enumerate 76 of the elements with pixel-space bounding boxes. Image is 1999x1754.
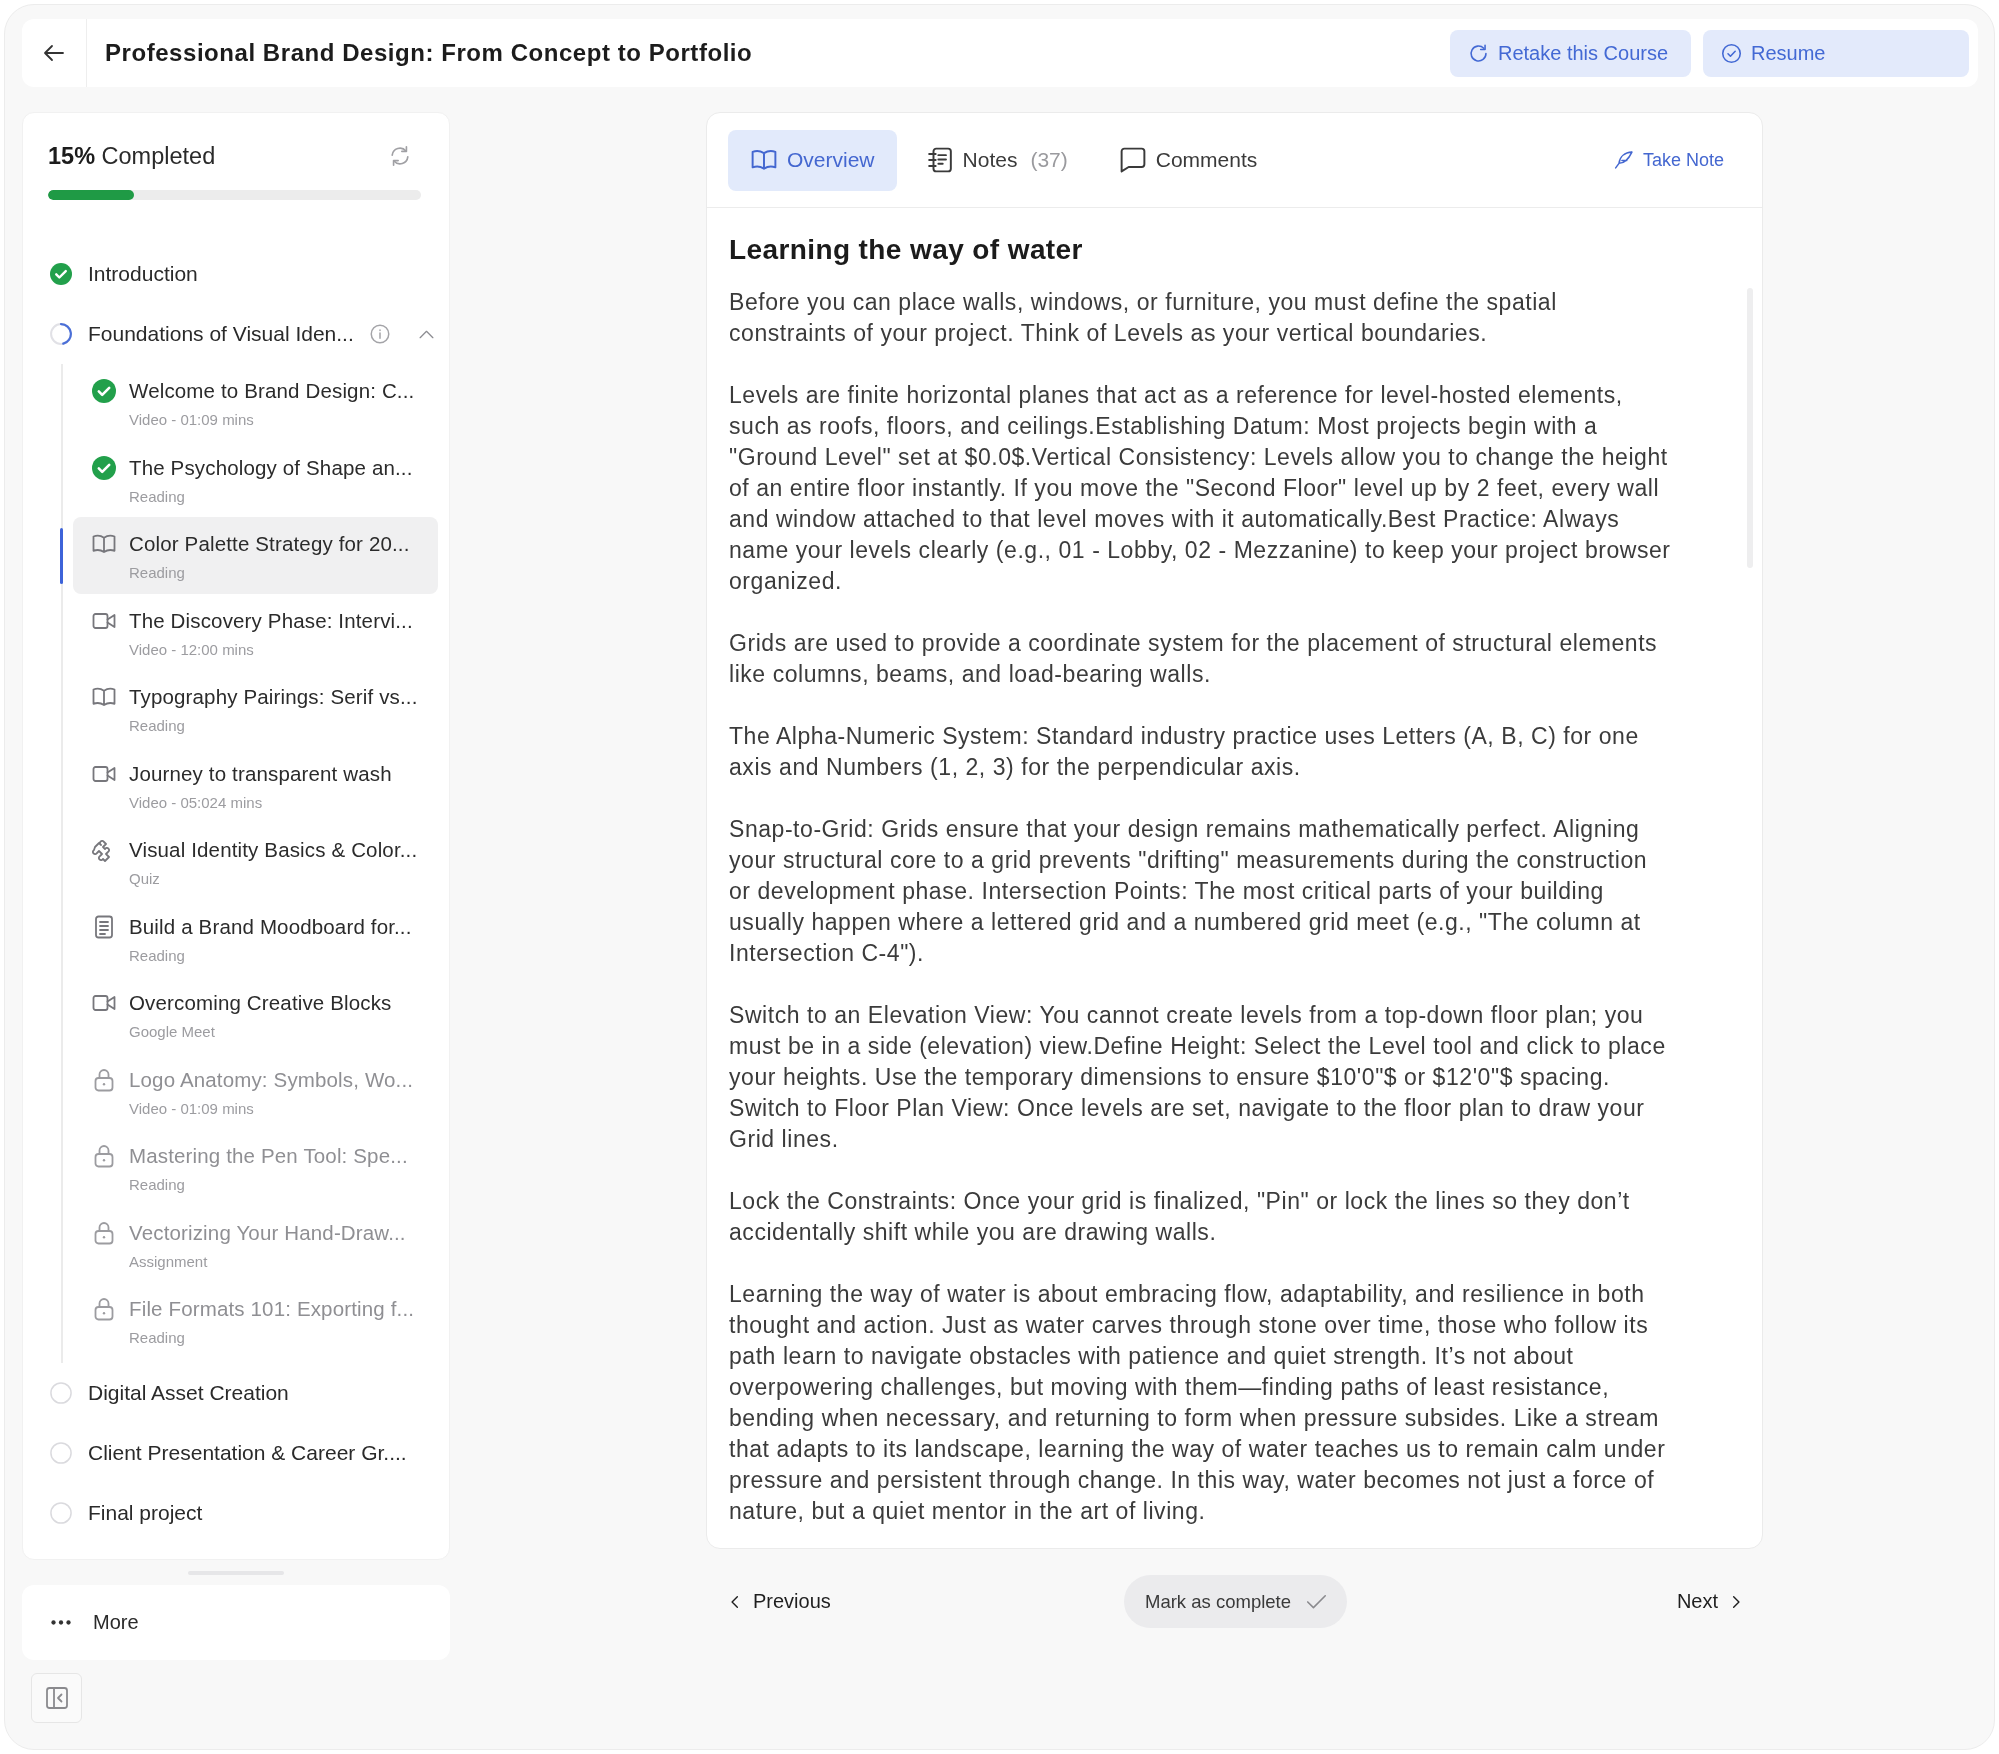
module-title: Digital Asset Creation (88, 1380, 290, 1405)
module-item[interactable]: Digital Asset Creation (23, 1362, 449, 1423)
lesson-title: Journey to transparent wash (129, 760, 392, 787)
paragraph: Switch to an Elevation View: You cannot create levels from a top-down floor plan; you must be in a side (elevation) view.Define Height: Select the Level tool and click to place your heights. Use the temporary dimensions to ensure $10'0"$ or $12'0"$ spacing. Switch to Floor Plan View: Once levels are set, navigate to the floor plan to draw your Grid lines. (729, 1001, 1667, 1154)
lesson-meta: Google Meet (129, 1022, 216, 1042)
lesson-item[interactable]: The Psychology of Shape an... Reading (73, 440, 438, 517)
lesson-title: File Formats 101: Exporting f... (129, 1296, 415, 1322)
lesson-item[interactable]: The Discovery Phase: Intervi... Video - 12:00 mins (73, 593, 438, 670)
tab[interactable]: Notes (37) (903, 129, 1090, 191)
tab[interactable]: Overview (728, 129, 897, 191)
lesson-meta: Quiz (129, 869, 161, 889)
ellipsis-icon (51, 1620, 71, 1625)
paragraph: Learning the way of water is about embracing flow, adaptability, and resilience in both thought and action. Just as water carves through stone over time, those who follow its path learn to navigate obstacles with patience and quiet strength. It’s not about overpowering challenges, but moving with them—finding paths of least resistance, bending when necessary, and returning to form when pressure subsides. Like a stream that adapts to its landscape, learning the way of water teaches us to remain calm under pressure and persistent through change. In this way, water becomes not just a force of nature, but a quiet mentor in the art of living. (729, 1280, 1667, 1526)
more-button[interactable]: More (22, 1585, 450, 1660)
module-title: Final project (88, 1500, 204, 1525)
refresh-icon (1468, 42, 1489, 64)
lesson-title: Logo Anatomy: Symbols, Wo... (129, 1066, 414, 1093)
lesson-title: The Discovery Phase: Intervi... (129, 607, 413, 634)
next-button[interactable]: Next (1676, 1581, 1743, 1622)
module-title: Client Presentation & Career Gr.... (88, 1440, 408, 1465)
take-note-link[interactable]: Take Note (1613, 149, 1724, 171)
paragraph: Grids are used to provide a coordinate system for the placement of structural elements like columns, beams, and load-bearing walls. (729, 629, 1659, 689)
refresh-icon[interactable] (389, 145, 411, 167)
progress-label: 15% Completed (48, 142, 216, 170)
lesson-meta: Video - 01:09 mins (129, 1098, 255, 1119)
lesson-meta: Video - 12:00 mins (129, 639, 255, 660)
feather-icon (1613, 150, 1634, 170)
paragraph: Snap-to-Grid: Grids ensure that your design remains mathematically perfect. Aligning your structural core to a grid prevents "drifting" measurements during the construction or development phase. Intersection Points: The most critical parts of your building usually happen where a lettered grid and a numbered grid meet (e.g., "The column at Intersection C-4"). (729, 815, 1649, 968)
selection-bar (60, 528, 63, 584)
lesson-title: Mastering the Pen Tool: Spe... (129, 1143, 408, 1169)
resume-button[interactable]: Resume (1703, 29, 1969, 77)
lesson-title: Color Palette Strategy for 20... (129, 531, 410, 557)
paragraph: The Alpha-Numeric System: Standard industry practice uses Letters (A, B, C) for one axis and Numbers (1, 2, 3) for the perpendicular axis. (729, 722, 1640, 782)
course-title: Professional Brand Design: From Concept to Portfolio (105, 39, 754, 67)
lesson-meta: Video - 01:09 mins (129, 410, 255, 430)
lesson-item[interactable]: Build a Brand Moodboard for... Reading (73, 899, 438, 976)
lesson-meta: Video - 05:024 mins (129, 792, 264, 813)
collapse-sidebar-button[interactable] (31, 1673, 82, 1723)
previous-button[interactable]: Previous (728, 1581, 831, 1622)
lesson-meta: Reading (129, 486, 186, 507)
lesson-title: Typography Pairings: Serif vs... (129, 684, 418, 710)
tab[interactable]: Comments (1096, 129, 1280, 191)
module-title: Introduction (88, 262, 199, 286)
lesson-title: Welcome to Brand Design: C... (129, 378, 415, 404)
lesson-meta: Reading (129, 1328, 186, 1348)
lesson-heading: Learning the way of water (729, 234, 1084, 266)
notepad-icon (926, 147, 953, 173)
paragraph: Levels are finite horizontal planes that act as a reference for level-hosted elements, such as roofs, floors, and ceilings.Establishing Datum: Most projects begin with a "Ground Level" set at $0.0$.Vertical Consistency: Levels allow you to change the height of an entire floor instantly. If you move the "Second Floor" level up by 2 feet, every wall and window attached to that level moves with it automatically.Best Practice: Always name your levels clearly (e.g., 01 - Lobby, 02 - Mezzanine) to keep your project browser organized. (729, 381, 1672, 596)
lesson-title: Vectorizing Your Hand-Draw... (129, 1219, 406, 1246)
lesson-title: The Psychology of Shape an... (129, 454, 413, 481)
module-item[interactable]: Client Presentation & Career Gr.... (23, 1422, 449, 1483)
lesson-title: Visual Identity Basics & Color... (129, 837, 418, 863)
lesson-meta: Reading (129, 945, 186, 966)
module-item[interactable]: Final project (23, 1482, 449, 1543)
lesson-item[interactable]: Journey to transparent wash Video - 05:024 mins (73, 746, 438, 823)
mark-complete-button[interactable]: Mark as complete (1124, 1575, 1347, 1628)
lesson-title: Build a Brand Moodboard for... (129, 913, 412, 940)
lesson-meta: Reading (129, 563, 186, 583)
lesson-title: Overcoming Creative Blocks (129, 990, 392, 1016)
lesson-meta: Assignment (129, 1251, 209, 1272)
paragraph: Before you can place walls, windows, or furniture, you must define the spatial constraints of your project. Think of Levels as your vertical boundaries. (729, 288, 1558, 348)
lesson-meta: Reading (129, 716, 186, 736)
lesson-item[interactable]: Overcoming Creative Blocks Google Meet (73, 976, 438, 1053)
check-circle-icon (1721, 42, 1742, 64)
module-item[interactable]: Foundations of Visual Iden... (23, 304, 449, 364)
module-title: Foundations of Visual Iden... (88, 322, 354, 346)
sidebar-collapse-icon (44, 1686, 69, 1710)
lesson-meta: Reading (129, 1175, 186, 1195)
paragraph: Lock the Constraints: Once your grid is finalized, "Pin" or lock the lines so they don’t accidentally shift while you are drawing walls. (729, 1187, 1631, 1247)
retake-button[interactable]: Retake this Course (1450, 29, 1691, 77)
lesson-item[interactable]: Visual Identity Basics & Color... Quiz (73, 823, 438, 900)
module-item[interactable]: Introduction (23, 244, 449, 304)
lesson-item[interactable]: Typography Pairings: Serif vs... Reading (73, 670, 438, 747)
speech-bubble-icon (1119, 147, 1146, 173)
info-icon[interactable] (369, 324, 390, 344)
lesson-item[interactable]: Welcome to Brand Design: C... Video - 01:09 mins (73, 364, 438, 441)
